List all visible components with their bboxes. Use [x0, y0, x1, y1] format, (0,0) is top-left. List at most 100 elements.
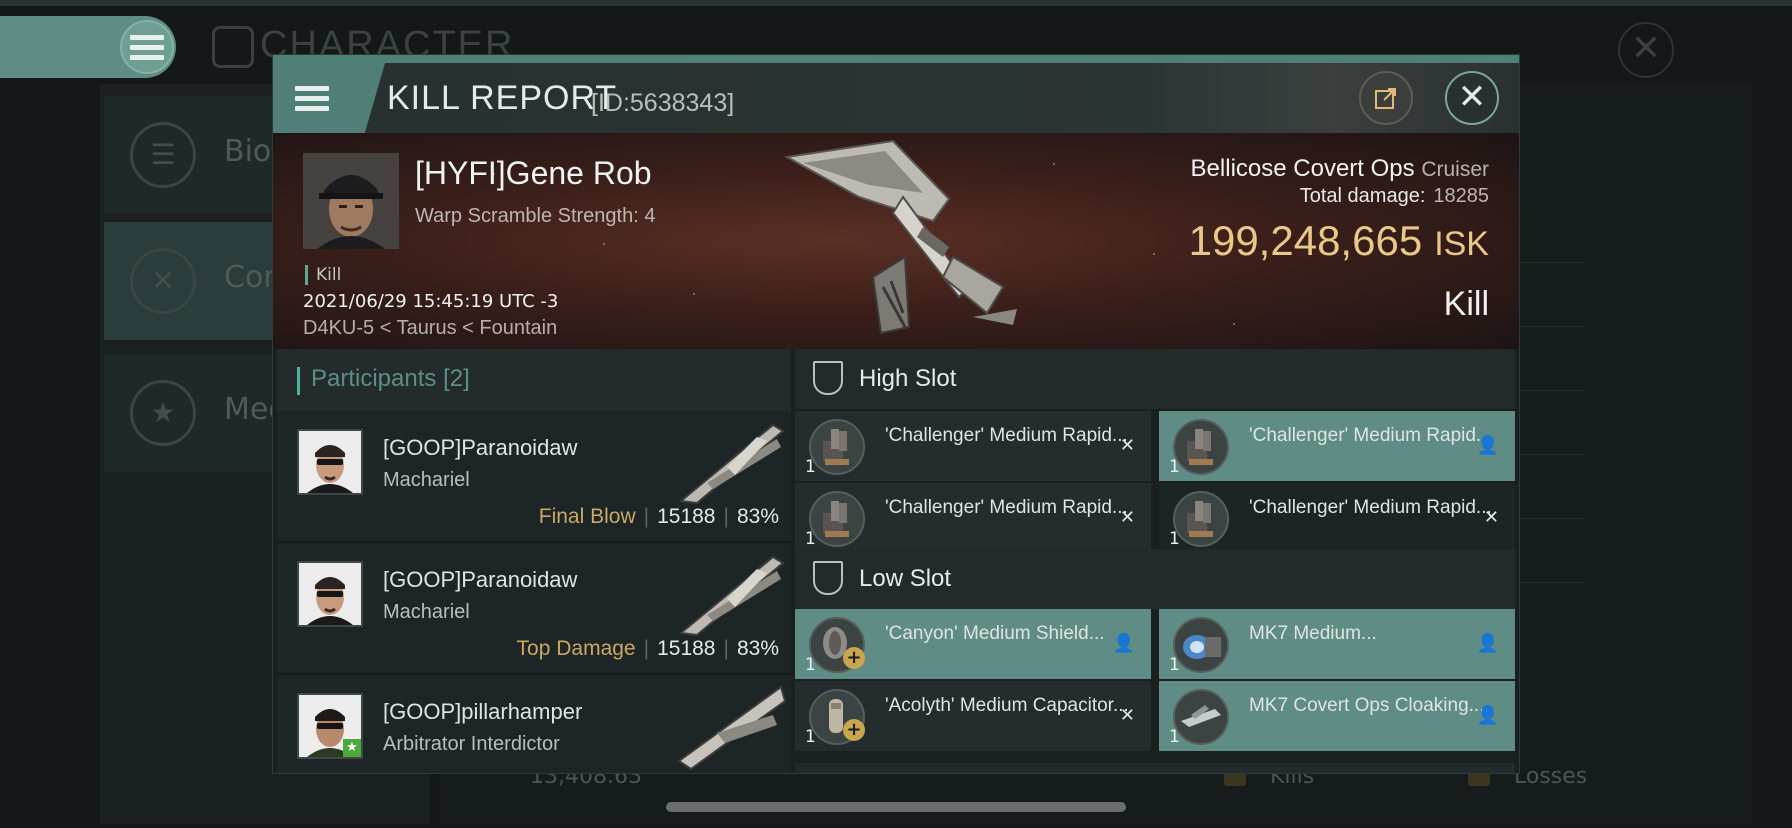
module-quantity: 1 [805, 727, 816, 747]
hamburger-icon [295, 81, 329, 116]
module-item[interactable]: 1 MK7 Covert Ops Cloaking... 👤 [1159, 681, 1515, 751]
person-icon: 👤 [1476, 705, 1499, 726]
star-dot [1053, 163, 1055, 165]
home-indicator-bar[interactable] [666, 802, 1126, 812]
participant-row[interactable]: [GOOP]Paranoidaw Machariel Top Damage | 15… [277, 543, 791, 675]
low-slot-icon [813, 561, 843, 595]
sidebar-item-label: Bio [224, 134, 272, 169]
accent-bar [297, 367, 300, 395]
module-quantity: 1 [1169, 655, 1180, 675]
participant-role: Final Blow [538, 505, 636, 528]
total-damage: Total damage: 18285 [1300, 185, 1489, 208]
participant-stats: Top Damage | 15188 | 83% [516, 637, 779, 660]
participant-role: Top Damage [516, 637, 636, 660]
total-damage-label: Total damage: [1299, 185, 1426, 207]
high-slot-header: High Slot [795, 349, 1515, 409]
star-dot [1233, 323, 1235, 325]
participant-damage: 15188 [657, 637, 716, 660]
plus-icon: + [843, 647, 865, 669]
close-button[interactable]: ✕ [1445, 71, 1499, 125]
module-name: MK7 Covert Ops Cloaking... [1249, 695, 1485, 716]
victim-name[interactable]: [HYFI]Gene Rob [415, 155, 652, 192]
module-item[interactable]: + 1 'Canyon' Medium Shield... 👤 [795, 609, 1151, 679]
close-icon: ✕ [1630, 28, 1662, 69]
participant-ship-image [678, 555, 785, 637]
modal-accent-bar [273, 55, 1519, 63]
vitruvian-icon [212, 26, 254, 68]
participant-damage: 15188 [657, 505, 716, 528]
isk-value: 199,248,665 ISK [1189, 217, 1489, 265]
pilot-portrait-image [299, 431, 361, 493]
ship-name: Bellicose Covert Ops [1190, 155, 1415, 182]
external-link-icon [1375, 88, 1396, 109]
participant-stats: Final Blow | 15188 | 83% [538, 505, 779, 528]
background-close-button[interactable]: ✕ [1618, 22, 1674, 78]
participant-ship: Machariel [383, 601, 470, 623]
list-icon: ☰ [130, 122, 196, 188]
module-quantity: 1 [1169, 457, 1180, 477]
participant-name: [GOOP]Paranoidaw [383, 435, 578, 460]
close-icon: ✕ [1119, 435, 1135, 456]
participant-ship: Machariel [383, 469, 470, 491]
module-quantity: 1 [805, 655, 816, 675]
pilot-portrait-image [303, 153, 399, 249]
victim-ship-image[interactable] [773, 137, 1033, 337]
background-menu-button[interactable] [120, 20, 174, 74]
module-name: 'Canyon' Medium Shield... [885, 623, 1105, 644]
top-edge [0, 0, 1792, 6]
turret-icon [809, 491, 865, 547]
module-quantity: 1 [1169, 727, 1180, 747]
module-name: 'Acolyth' Medium Capacitor... [885, 695, 1129, 716]
module-name: 'Challenger' Medium Rapid... [1249, 425, 1492, 446]
module-item[interactable]: 1 'Challenger' Medium Rapid... ✕ [795, 411, 1151, 481]
module-item[interactable]: 1 'Challenger' Medium Rapid... ✕ [1159, 483, 1515, 553]
kill-type: Kill [1443, 285, 1489, 323]
participant-percent: 83% [736, 505, 779, 528]
star-dot [693, 293, 695, 295]
participant-avatar [297, 561, 363, 627]
participants-label: Participants [311, 365, 437, 392]
participant-row[interactable]: [GOOP]Paranoidaw Machariel Final Blow | 15… [277, 411, 791, 543]
participant-name: [GOOP]Paranoidaw [383, 567, 578, 592]
close-icon: ✕ [1483, 507, 1499, 528]
module-item[interactable]: 1 'Challenger' Medium Rapid... ✕ [795, 483, 1151, 553]
participant-avatar: ★ [297, 693, 363, 759]
kill-id: [ID:5638343] [591, 89, 735, 117]
module-item[interactable]: + 1 'Acolyth' Medium Capacitor... ✕ [795, 681, 1151, 751]
module-name: MK7 Medium... [1249, 623, 1377, 644]
plus-icon: + [843, 719, 865, 741]
share-button[interactable] [1359, 71, 1413, 125]
turret-icon [1173, 419, 1229, 475]
modal-title: KILL REPORT [387, 79, 618, 117]
victim-banner: [HYFI]Gene Rob Warp Scramble Strength: 4… [273, 133, 1519, 349]
participants-title: Participants [2] [311, 365, 470, 393]
module-quantity: 1 [805, 529, 816, 549]
person-icon: 👤 [1112, 633, 1135, 654]
participant-ship-image [677, 685, 787, 771]
star-badge-icon: ★ [130, 380, 196, 446]
next-slot-header [795, 763, 1515, 773]
star-dot [603, 243, 605, 245]
warp-scramble-strength: Warp Scramble Strength: 4 [415, 205, 656, 227]
module-item[interactable]: 1 'Challenger' Medium Rapid... 👤 [1159, 411, 1515, 481]
module-quantity: 1 [1169, 529, 1180, 549]
low-slot-header: Low Slot [795, 549, 1515, 609]
star-dot [1153, 253, 1155, 255]
participant-row[interactable]: ★ [GOOP]pillarhamper Arbitrator Interdic… [277, 675, 791, 773]
high-slot-title: High Slot [859, 365, 957, 392]
victim-ship[interactable]: Bellicose Covert Ops Cruiser [1191, 155, 1489, 183]
turret-icon [809, 419, 865, 475]
isk-unit: ISK [1434, 225, 1489, 263]
module-name: 'Challenger' Medium Rapid... [885, 425, 1128, 446]
high-slot-icon [813, 361, 843, 395]
victim-portrait[interactable] [303, 153, 399, 249]
crossed-swords-icon: ✕ [130, 248, 196, 314]
kill-location[interactable]: D4KU-5 < Taurus < Fountain [303, 317, 557, 340]
kill-tag: Kill [305, 265, 341, 285]
close-icon: ✕ [1457, 77, 1487, 117]
total-damage-value: 18285 [1433, 185, 1489, 207]
participant-avatar [297, 429, 363, 495]
pilot-portrait-image [299, 563, 361, 625]
module-item[interactable]: 1 MK7 Medium... 👤 [1159, 609, 1515, 679]
ship-class: Cruiser [1421, 158, 1489, 181]
